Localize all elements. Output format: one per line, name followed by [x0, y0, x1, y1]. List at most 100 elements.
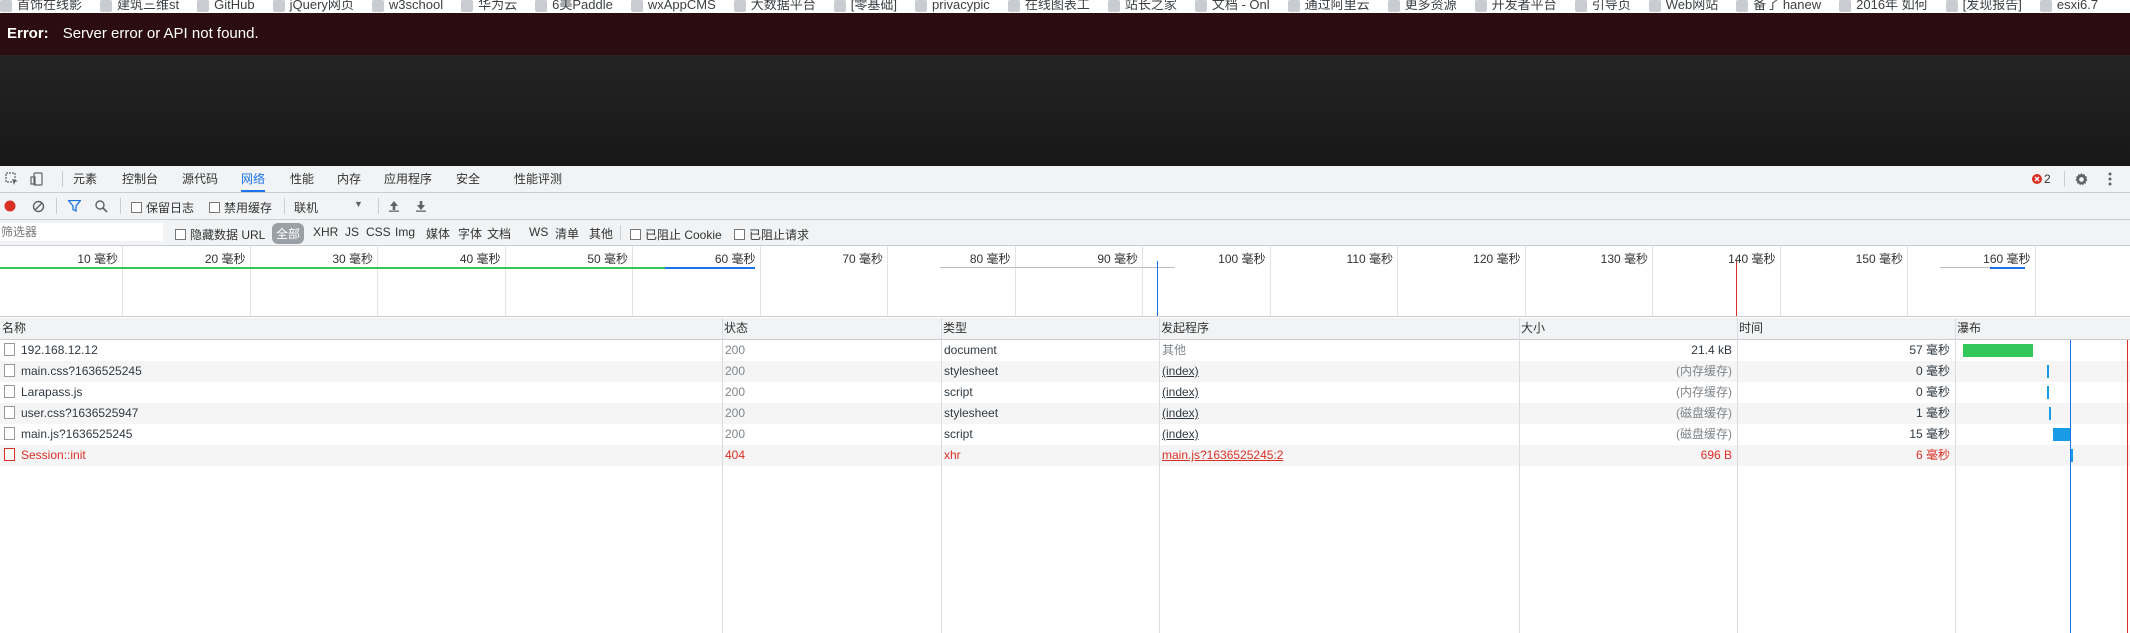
- tab-8[interactable]: 性能评测: [514, 166, 562, 192]
- tab-7[interactable]: 安全: [456, 166, 480, 192]
- table-row[interactable]: user.css?1636525947 200 stylesheet (index) (…: [0, 403, 2130, 424]
- bookmark-item[interactable]: 开发者平台: [1474, 0, 1557, 13]
- bookmark-item[interactable]: privacypic: [915, 0, 990, 12]
- table-row[interactable]: Larapass.js 200 script (index) (内存缓存) 0 毫秒: [0, 382, 2130, 403]
- network-overview[interactable]: 10 毫秒 20 毫秒 30 毫秒 40 毫秒 50 毫秒 60 毫秒 70 毫秒 80 毫秒…: [0, 246, 2130, 317]
- bookmark-item[interactable]: esxi6.7: [2039, 0, 2098, 12]
- waterfall-bar[interactable]: [2047, 386, 2049, 399]
- bookmark-item[interactable]: 华为云: [461, 0, 517, 13]
- export-har-icon[interactable]: [413, 198, 429, 214]
- filter-type-3[interactable]: CSS: [366, 225, 391, 239]
- filter-type-0[interactable]: 全部: [272, 223, 305, 244]
- column-header-3[interactable]: 发起程序: [1159, 318, 1517, 339]
- column-header-2[interactable]: 类型: [941, 318, 1157, 339]
- blocked-cookies-label: 已阻止 Cookie: [645, 228, 722, 242]
- bookmark-item[interactable]: 备了 hanew: [1736, 0, 1821, 13]
- table-row[interactable]: main.js?1636525245 200 script (index) (磁盘缓存)…: [0, 424, 2130, 445]
- waterfall-bar[interactable]: [2049, 407, 2051, 420]
- column-header-6[interactable]: 瀑布: [1955, 318, 2128, 339]
- bookmark-item[interactable]: 文档 - Onl: [1194, 0, 1270, 13]
- tab-4[interactable]: 性能: [290, 166, 314, 192]
- preserve-log-checkbox[interactable]: 保留日志: [131, 199, 194, 216]
- device-toolbar-icon[interactable]: [28, 170, 46, 188]
- filter-icon[interactable]: [66, 198, 82, 214]
- more-options-icon[interactable]: [2101, 170, 2119, 188]
- filter-type-8[interactable]: WS: [529, 225, 548, 239]
- tab-2[interactable]: 源代码: [182, 166, 218, 192]
- table-row[interactable]: 192.168.12.12 200 document 其他 21.4 kB 57 毫秒: [0, 340, 2130, 361]
- request-name-cell[interactable]: Session::init: [4, 445, 714, 466]
- bookmark-item[interactable]: 通过阿里云: [1287, 0, 1370, 13]
- bookmark-item[interactable]: 大数据平台: [733, 0, 816, 13]
- bookmark-item[interactable]: 建筑三维st: [100, 0, 179, 13]
- blocked-cookies-checkbox[interactable]: 已阻止 Cookie: [630, 226, 722, 243]
- bookmark-item[interactable]: wxAppCMS: [630, 0, 716, 12]
- blocked-requests-checkbox[interactable]: 已阻止请求: [734, 226, 809, 243]
- search-icon[interactable]: [93, 198, 109, 214]
- column-header-1[interactable]: 状态: [722, 318, 939, 339]
- initiator-cell[interactable]: (index): [1162, 382, 1512, 403]
- request-name-cell[interactable]: Larapass.js: [4, 382, 714, 403]
- bookmark-item[interactable]: 站长之家: [1107, 0, 1177, 13]
- bookmark-item[interactable]: 更多资源: [1387, 0, 1457, 13]
- bookmark-favicon-icon: [461, 0, 474, 12]
- disable-cache-checkbox[interactable]: 禁用缓存: [209, 199, 272, 216]
- request-name-cell[interactable]: 192.168.12.12: [4, 340, 714, 361]
- waterfall-bar[interactable]: [2053, 428, 2071, 441]
- filter-type-1[interactable]: XHR: [313, 225, 338, 239]
- tab-5[interactable]: 内存: [337, 166, 361, 192]
- bookmark-item[interactable]: w3school: [371, 0, 443, 12]
- bookmark-label: GitHub: [214, 0, 255, 12]
- overview-gridline: [1652, 246, 1653, 316]
- bookmark-item[interactable]: GitHub: [197, 0, 255, 12]
- bookmark-item[interactable]: 6美Paddle: [535, 0, 613, 13]
- error-count[interactable]: 2: [2044, 172, 2051, 186]
- import-har-icon[interactable]: [386, 198, 402, 214]
- bookmark-item[interactable]: 在线图表工: [1007, 0, 1090, 13]
- waterfall-bar[interactable]: [1963, 344, 2033, 357]
- filter-type-7[interactable]: 文档: [487, 225, 511, 242]
- tab-0[interactable]: 元素: [73, 166, 97, 192]
- bookmark-item[interactable]: 引导页: [1574, 0, 1631, 13]
- column-header-5[interactable]: 时间: [1737, 318, 1953, 339]
- filter-type-9[interactable]: 清单: [555, 225, 579, 242]
- chevron-down-icon[interactable]: ▼: [354, 199, 363, 209]
- filter-input[interactable]: [0, 223, 163, 241]
- tab-3[interactable]: 网络: [241, 166, 266, 192]
- table-row[interactable]: Session::init 404 xhr main.js?1636525245:2 6…: [0, 445, 2130, 466]
- hide-data-urls-checkbox[interactable]: 隐藏数据 URL: [175, 226, 265, 243]
- waterfall-load-line: [2127, 340, 2128, 633]
- settings-gear-icon[interactable]: [2072, 170, 2090, 188]
- filter-type-6[interactable]: 字体: [458, 225, 482, 242]
- bookmark-item[interactable]: Web网站: [1648, 0, 1718, 13]
- bookmark-favicon-icon: [197, 0, 210, 12]
- inspect-element-icon[interactable]: [3, 170, 21, 188]
- filter-type-4[interactable]: Img: [395, 225, 415, 239]
- tab-1[interactable]: 控制台: [122, 166, 158, 192]
- initiator-cell[interactable]: (index): [1162, 403, 1512, 424]
- bookmark-item[interactable]: 首饰在线影: [0, 0, 82, 13]
- waterfall-bar[interactable]: [2047, 365, 2049, 378]
- initiator-cell[interactable]: main.js?1636525245:2: [1162, 445, 1512, 466]
- column-header-0[interactable]: 名称: [0, 318, 720, 339]
- filter-type-10[interactable]: 其他: [589, 225, 613, 242]
- request-name-cell[interactable]: main.js?1636525245: [4, 424, 714, 445]
- waterfall-bar[interactable]: [2071, 449, 2073, 462]
- filter-type-2[interactable]: JS: [345, 225, 359, 239]
- column-header-4[interactable]: 大小: [1519, 318, 1735, 339]
- tab-6[interactable]: 应用程序: [384, 166, 432, 192]
- bookmark-item[interactable]: [零基础]: [833, 0, 897, 13]
- record-icon[interactable]: [2, 198, 18, 214]
- request-name-cell[interactable]: user.css?1636525947: [4, 403, 714, 424]
- table-row[interactable]: main.css?1636525245 200 stylesheet (index) (…: [0, 361, 2130, 382]
- error-count-icon[interactable]: [2030, 171, 2044, 187]
- clear-icon[interactable]: [30, 198, 46, 214]
- initiator-cell[interactable]: (index): [1162, 361, 1512, 382]
- filter-type-5[interactable]: 媒体: [426, 225, 450, 242]
- initiator-cell[interactable]: (index): [1162, 424, 1512, 445]
- throttle-select[interactable]: 联机: [294, 199, 318, 216]
- bookmark-item[interactable]: 2016年 如何: [1839, 0, 1928, 13]
- request-name-cell[interactable]: main.css?1636525245: [4, 361, 714, 382]
- bookmark-item[interactable]: jQuery网页: [272, 0, 354, 13]
- bookmark-item[interactable]: [发现报告]: [1945, 0, 2022, 13]
